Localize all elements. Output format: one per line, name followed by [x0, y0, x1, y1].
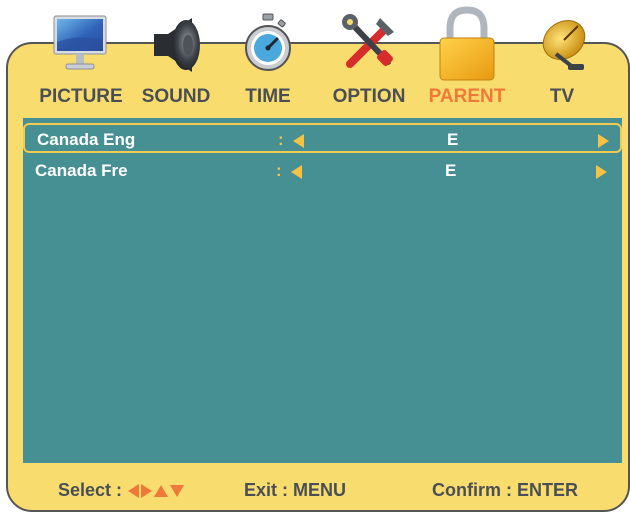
setting-value: E [447, 130, 459, 149]
arrow-right-icon[interactable] [598, 134, 609, 148]
stopwatch-icon[interactable] [244, 12, 292, 74]
arrow-right-icon[interactable] [596, 165, 607, 179]
setting-separator: : [278, 130, 284, 149]
arrow-left-icon [128, 484, 140, 499]
settings-panel: Canada Eng : E Canada Fre : E [23, 118, 622, 463]
setting-label: Canada Eng [37, 130, 136, 149]
arrow-down-icon [170, 485, 185, 498]
tab-picture[interactable]: PICTURE [39, 86, 122, 108]
arrow-left-icon[interactable] [291, 165, 302, 179]
arrow-up-icon [154, 485, 169, 498]
satellite-dish-icon[interactable] [534, 14, 590, 74]
select-hint: Select : [58, 480, 185, 501]
arrow-right-icon [141, 484, 153, 499]
monitor-icon[interactable] [52, 12, 108, 74]
tab-sound[interactable]: SOUND [142, 86, 211, 108]
setting-value: E [445, 161, 457, 180]
tab-parent[interactable]: PARENT [429, 86, 506, 108]
tools-icon[interactable] [340, 12, 400, 74]
setting-separator: : [276, 161, 282, 180]
exit-hint: Exit : MENU [244, 480, 347, 500]
tab-time[interactable]: TIME [245, 86, 290, 108]
select-hint-label: Select : [58, 480, 123, 500]
setting-row-canada-fre[interactable]: Canada Fre : E [23, 156, 622, 186]
key-hint-bar: Select : Exit : MENU Confirm : ENTER [0, 468, 630, 508]
menu-icon-bar [0, 0, 630, 90]
padlock-icon[interactable] [436, 6, 498, 82]
confirm-hint: Confirm : ENTER [432, 480, 578, 500]
menu-tab-bar: PICTURE SOUND TIME OPTION PARENT TV [0, 84, 630, 114]
setting-row-canada-eng[interactable]: Canada Eng : E [23, 123, 622, 153]
tab-option[interactable]: OPTION [333, 86, 406, 108]
tab-tv[interactable]: TV [550, 86, 574, 108]
speaker-icon[interactable] [148, 14, 204, 76]
arrow-left-icon[interactable] [293, 134, 304, 148]
setting-label: Canada Fre [35, 161, 128, 180]
